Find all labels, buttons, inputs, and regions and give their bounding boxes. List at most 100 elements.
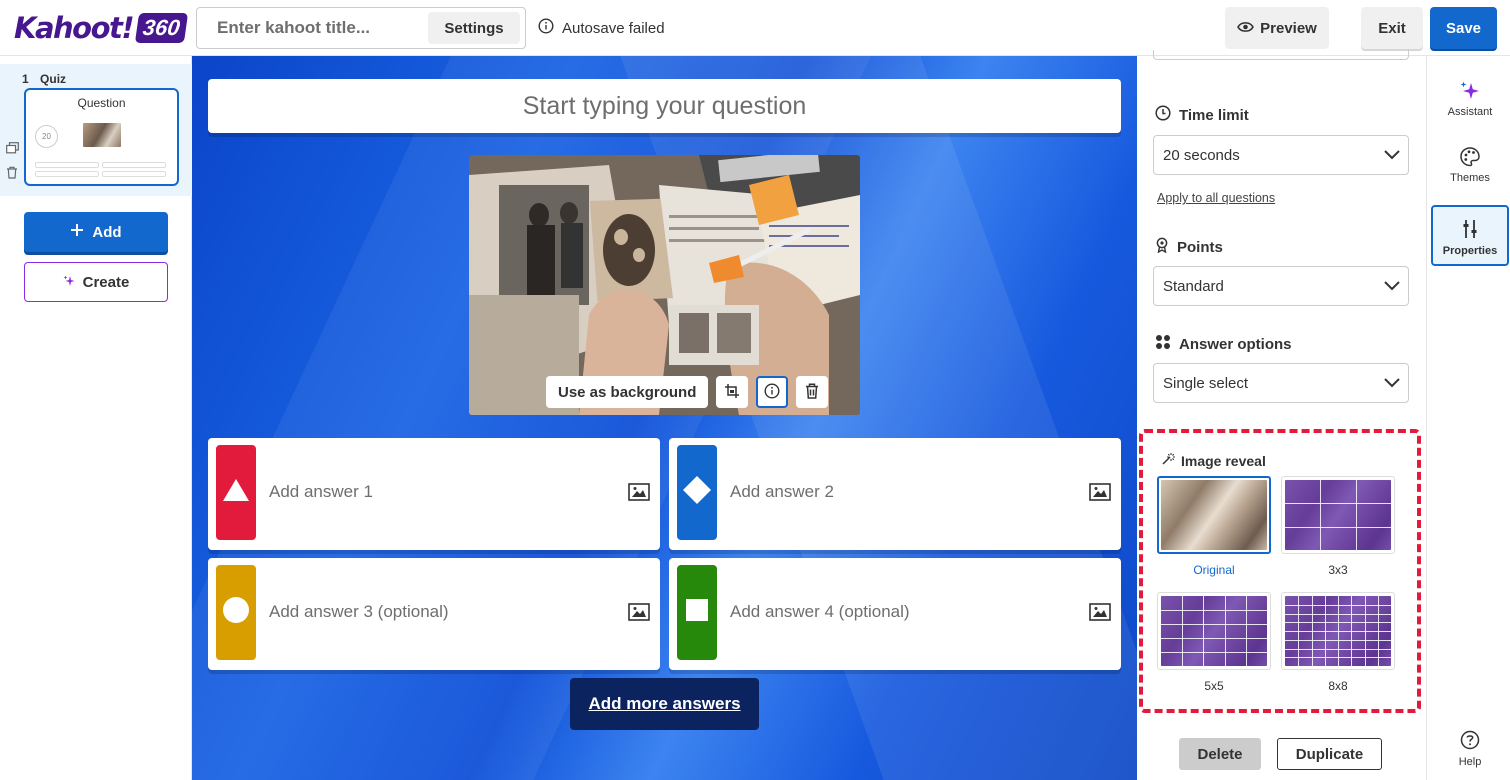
rail-assistant[interactable]: Assistant [1431,80,1509,140]
rail-help[interactable]: Help [1431,730,1509,780]
reveal-option-8x8[interactable]: 8x8 [1281,592,1395,693]
answer-3-color-tag [216,565,256,660]
reveal-thumb [1281,476,1395,554]
time-limit-heading: Time limit [1155,105,1249,125]
info-icon [538,18,554,38]
rail-properties[interactable]: Properties [1431,205,1509,266]
delete-question-button[interactable]: Delete [1179,738,1261,770]
preview-label: Preview [1260,19,1317,37]
slide-thumbnail[interactable]: Question 20 [24,88,179,186]
answer-4-input[interactable]: Add answer 4 (optional) [730,602,910,622]
answer-options-heading: Answer options [1155,334,1292,354]
crop-icon [724,383,740,402]
add-more-answers-button[interactable]: Add more answers [570,678,759,730]
eye-icon [1237,20,1255,37]
reveal-grid-line [1161,610,1267,611]
answer-2-card[interactable]: Add answer 2 [669,438,1121,550]
save-button[interactable]: Save [1430,7,1497,49]
reveal-grid-line [1351,596,1353,666]
delete-slide-icon[interactable] [6,166,20,180]
sparkle-icon [63,274,75,291]
image-reveal-section: Image reveal Original 3x3 5x5 8x8 [1139,429,1421,713]
reveal-grid-line [1161,638,1267,639]
plus-icon [70,223,84,241]
image-info-button[interactable] [756,376,789,408]
reveal-grid-line [1355,480,1357,550]
answer-options-select[interactable]: Single select [1153,363,1409,403]
right-rail: Assistant Themes Properties Help [1426,56,1510,780]
palette-icon [1431,146,1509,168]
add-question-button[interactable]: Add [24,212,168,252]
kahoot-logo[interactable]: Kahoot! 360 [14,10,188,46]
reveal-option-label: Original [1193,563,1235,577]
logo-badge: 360 [135,13,188,43]
reveal-grid-line [1161,652,1267,653]
slide-title: Question [77,96,126,110]
question-image[interactable]: Use as background [469,155,860,415]
kahoot-title-input[interactable] [197,8,427,48]
reveal-grid-line [1224,596,1226,666]
logo-wordmark: Kahoot! [14,11,135,45]
create-ai-button[interactable]: Create [24,262,168,302]
reveal-option-original[interactable]: Original [1157,476,1271,577]
add-image-icon[interactable] [1089,603,1111,626]
apply-to-all-link[interactable]: Apply to all questions [1157,191,1275,205]
crop-button[interactable] [716,376,749,408]
duplicate-slide-icon[interactable] [6,142,20,156]
autosave-status: Autosave failed [538,18,665,38]
time-limit-label: Time limit [1179,106,1249,124]
answer-options-value: Single select [1163,374,1249,392]
answer-4-color-tag [677,565,717,660]
preview-button[interactable]: Preview [1225,7,1329,49]
slide-answer-placeholders [35,162,169,180]
top-bar: Kahoot! 360 Settings Autosave failed Pre… [0,0,1510,56]
reveal-option-label: 5x5 [1204,679,1224,693]
create-label: Create [82,273,130,291]
rail-help-label: Help [1458,756,1482,768]
reveal-grid-line [1377,596,1379,666]
answer-2-input[interactable]: Add answer 2 [730,482,834,502]
answer-4-card[interactable]: Add answer 4 (optional) [669,558,1121,670]
circle-icon [222,596,250,629]
image-reveal-label: Image reveal [1181,452,1266,469]
chevron-down-icon [1384,375,1400,392]
time-limit-select[interactable]: 20 seconds [1153,135,1409,175]
reveal-grid-line [1285,503,1391,505]
answer-1-input[interactable]: Add answer 1 [269,482,373,502]
reveal-thumb [1281,592,1395,670]
reveal-grid-line [1285,639,1391,641]
autosave-text: Autosave failed [562,19,665,37]
reveal-option-label: 3x3 [1328,563,1348,577]
reveal-option-label: 8x8 [1328,679,1348,693]
exit-button[interactable]: Exit [1361,7,1423,49]
reveal-grid-line [1285,526,1391,528]
add-image-icon[interactable] [628,603,650,626]
rail-themes-label: Themes [1450,172,1490,184]
reveal-option-3x3[interactable]: 3x3 [1281,476,1395,577]
add-image-icon[interactable] [1089,483,1111,506]
sliders-icon [1433,219,1507,241]
slide-timer: 20 [35,125,58,148]
answer-1-color-tag [216,445,256,540]
slides-sidebar: 1 Quiz Question 20 Add Create [0,56,192,780]
slide-header: 1 Quiz [22,72,66,86]
properties-panel: Time limit 20 seconds Apply to all quest… [1137,50,1426,780]
reveal-option-5x5[interactable]: 5x5 [1157,592,1271,693]
use-as-background-button[interactable]: Use as background [546,376,709,408]
rail-themes[interactable]: Themes [1431,146,1509,206]
diamond-icon [682,475,712,510]
add-image-icon[interactable] [628,483,650,506]
question-input[interactable]: Start typing your question [208,79,1121,133]
magic-wand-icon [1161,452,1175,469]
points-select[interactable]: Standard [1153,266,1409,306]
reveal-grid-line [1161,624,1267,625]
slide-number: 1 [22,72,29,86]
answer-3-card[interactable]: Add answer 3 (optional) [208,558,660,670]
slide-list-item[interactable]: 1 Quiz Question 20 [0,64,192,196]
answer-1-card[interactable]: Add answer 1 [208,438,660,550]
duplicate-question-button[interactable]: Duplicate [1277,738,1382,770]
delete-image-button[interactable] [796,376,829,408]
settings-button[interactable]: Settings [428,12,520,44]
trash-icon [805,383,819,402]
answer-3-input[interactable]: Add answer 3 (optional) [269,602,449,622]
